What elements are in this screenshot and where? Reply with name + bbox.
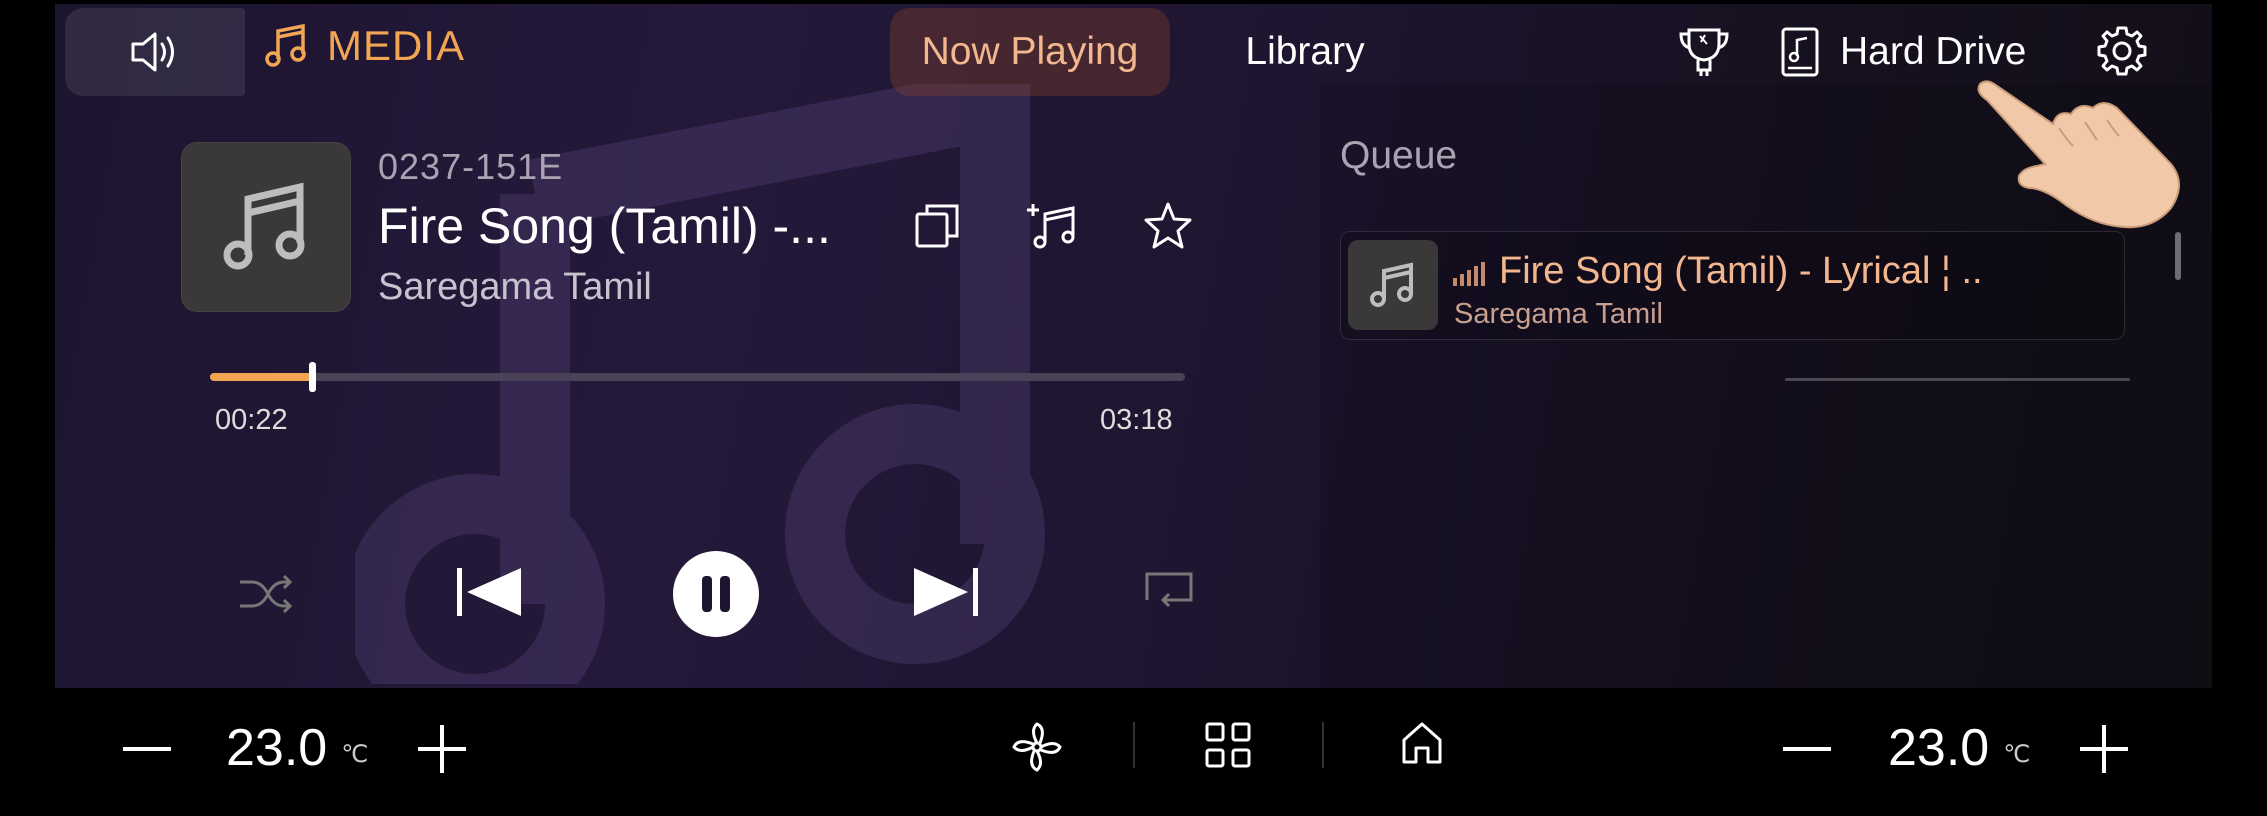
left-temperature-display: 23.0 ℃	[226, 718, 368, 778]
queue-divider	[1785, 378, 2130, 381]
now-playing-equalizer-icon	[1453, 262, 1485, 286]
trophy-icon	[1679, 28, 1729, 76]
shuffle-button[interactable]	[238, 574, 293, 619]
next-button[interactable]	[912, 564, 980, 625]
previous-button[interactable]	[455, 564, 523, 625]
left-temp-increase-button[interactable]	[418, 725, 466, 773]
music-note-icon	[265, 23, 306, 67]
apps-button[interactable]	[1205, 722, 1251, 768]
minus-icon	[123, 747, 171, 751]
plus-icon	[418, 725, 466, 773]
track-title: Fire Song (Tamil) -...	[378, 198, 831, 254]
right-temp-increase-button[interactable]	[2080, 725, 2128, 773]
minus-icon	[1783, 747, 1831, 751]
pause-icon	[673, 551, 759, 637]
climate-divider-1	[1133, 722, 1135, 768]
track-id: 0237-151E	[378, 146, 564, 187]
settings-gear-icon	[2097, 26, 2147, 76]
repeat-button[interactable]	[1143, 570, 1195, 617]
home-icon	[1402, 722, 1442, 764]
media-app-title: MEDIA	[263, 22, 465, 70]
climate-divider-2	[1322, 722, 1324, 768]
source-label: Hard Drive	[1840, 30, 2027, 73]
speaker-icon	[131, 32, 174, 72]
progress-bar[interactable]	[210, 362, 1185, 392]
tab-now-playing-label: Now Playing	[921, 30, 1139, 73]
progress-handle[interactable]	[309, 362, 317, 392]
queue-music-note-icon	[1370, 262, 1413, 307]
tab-library-label: Library	[1245, 30, 1365, 73]
fan-icon	[1012, 722, 1062, 772]
queue-list-item[interactable]: Fire Song (Tamil) - Lyrical ¦ .. Saregam…	[1340, 231, 2125, 340]
right-temp-decrease-button[interactable]	[1783, 746, 1831, 752]
tab-now-playing[interactable]: Now Playing	[890, 8, 1170, 96]
copy-icon	[915, 204, 959, 248]
home-button[interactable]	[1400, 720, 1444, 766]
queue-heading: Queue	[1340, 134, 1458, 177]
copy-button[interactable]	[913, 202, 961, 255]
pointing-hand-cursor	[1977, 80, 2180, 229]
source-hard-drive-button[interactable]: Hard Drive	[1780, 26, 2026, 78]
app-title-label: MEDIA	[327, 22, 466, 69]
trophy-button[interactable]	[1675, 22, 1733, 80]
queue-item-art	[1348, 240, 1438, 330]
pause-button[interactable]	[672, 550, 760, 643]
star-icon	[1144, 202, 1192, 249]
track-artist: Saregama Tamil	[378, 266, 652, 308]
add-to-playlist-button[interactable]	[1027, 200, 1079, 255]
volume-button[interactable]	[65, 8, 245, 96]
queue-item-artist: Saregama Tamil	[1454, 298, 1664, 330]
queue-scrollbar[interactable]	[2175, 232, 2181, 280]
right-temperature-display: 23.0 ℃	[1888, 718, 2030, 778]
total-duration: 03:18	[1100, 404, 1173, 436]
tab-library[interactable]: Library	[1215, 8, 1395, 96]
climate-bar: 23.0 ℃ 23.0 ℃	[0, 690, 2267, 816]
add-to-playlist-icon	[1027, 204, 1075, 249]
hard-drive-icon	[1781, 27, 1819, 77]
next-icon	[914, 568, 978, 616]
left-temp-value: 23.0	[226, 719, 328, 777]
album-placeholder-music-icon	[223, 182, 305, 270]
apps-grid-icon	[1205, 722, 1251, 768]
progress-fill	[210, 373, 313, 381]
elapsed-time: 00:22	[215, 404, 288, 436]
right-temp-value: 23.0	[1888, 719, 1990, 777]
album-art	[181, 142, 351, 312]
right-temp-unit: ℃	[2003, 740, 2031, 768]
queue-item-title: Fire Song (Tamil) - Lyrical ¦ ..	[1499, 250, 1983, 292]
repeat-icon	[1145, 572, 1193, 608]
fan-button[interactable]	[1010, 720, 1064, 774]
left-temp-unit: ℃	[341, 740, 369, 768]
shuffle-icon	[240, 574, 293, 614]
plus-icon	[2080, 725, 2128, 773]
left-temp-decrease-button[interactable]	[123, 746, 171, 752]
favorite-button[interactable]	[1142, 200, 1194, 255]
settings-button[interactable]	[2095, 24, 2149, 78]
media-screen: MEDIA Now Playing Library Hard Drive 023…	[55, 4, 2212, 688]
previous-icon	[457, 568, 521, 616]
